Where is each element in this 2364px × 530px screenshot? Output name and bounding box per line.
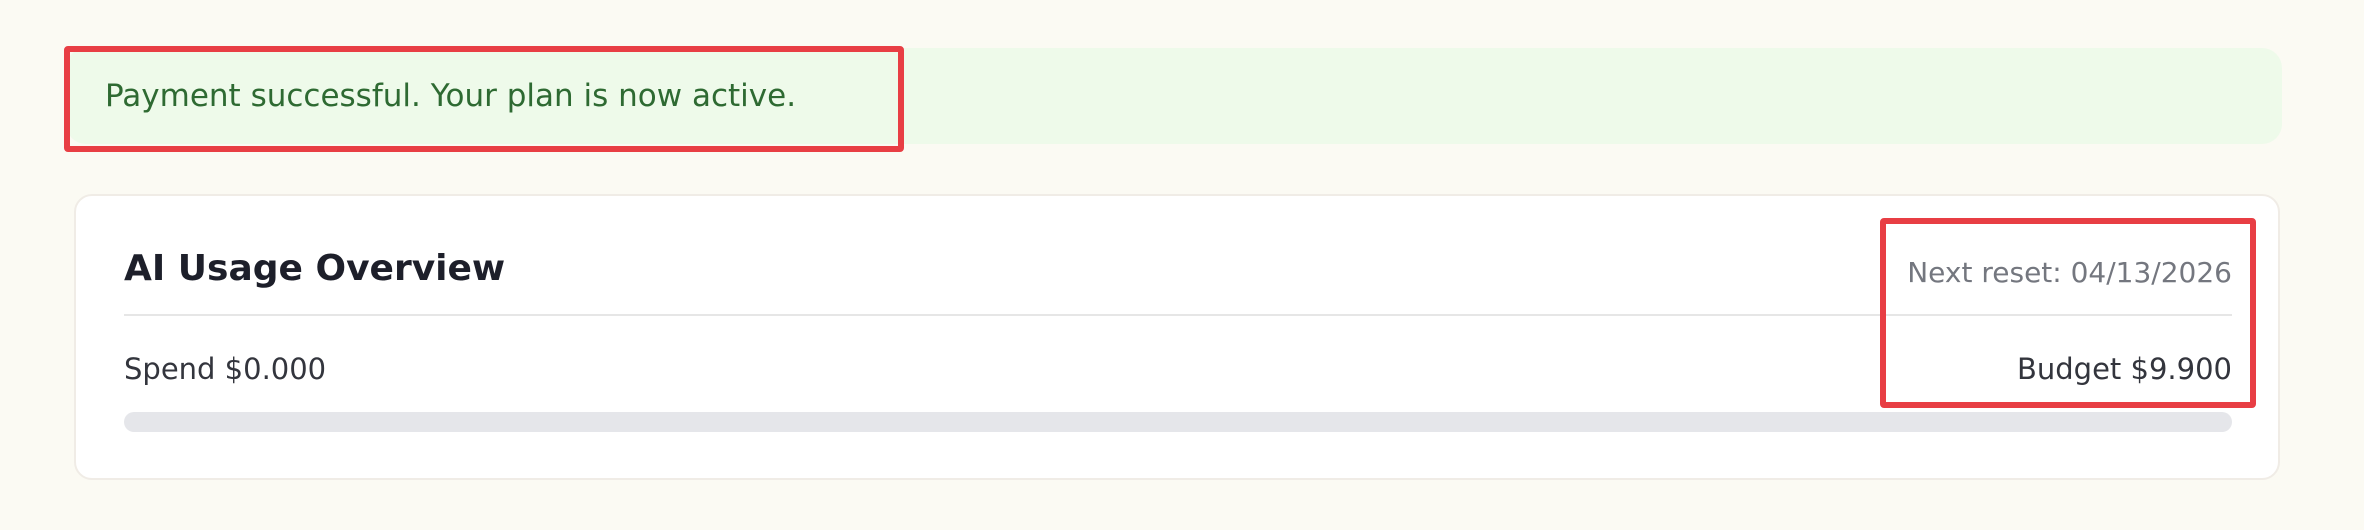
success-message: Payment successful. Your plan is now act… xyxy=(105,78,797,114)
payment-success-alert: Payment successful. Your plan is now act… xyxy=(66,48,2282,144)
usage-progress-bar xyxy=(124,412,2232,432)
ai-usage-card: AI Usage Overview Next reset: 04/13/2026… xyxy=(74,194,2280,480)
divider xyxy=(124,314,2232,316)
budget-value: Budget $9.900 xyxy=(2017,352,2232,386)
spend-value: Spend $0.000 xyxy=(124,352,327,386)
next-reset-date: Next reset: 04/13/2026 xyxy=(1907,256,2232,289)
card-title: AI Usage Overview xyxy=(124,248,506,289)
